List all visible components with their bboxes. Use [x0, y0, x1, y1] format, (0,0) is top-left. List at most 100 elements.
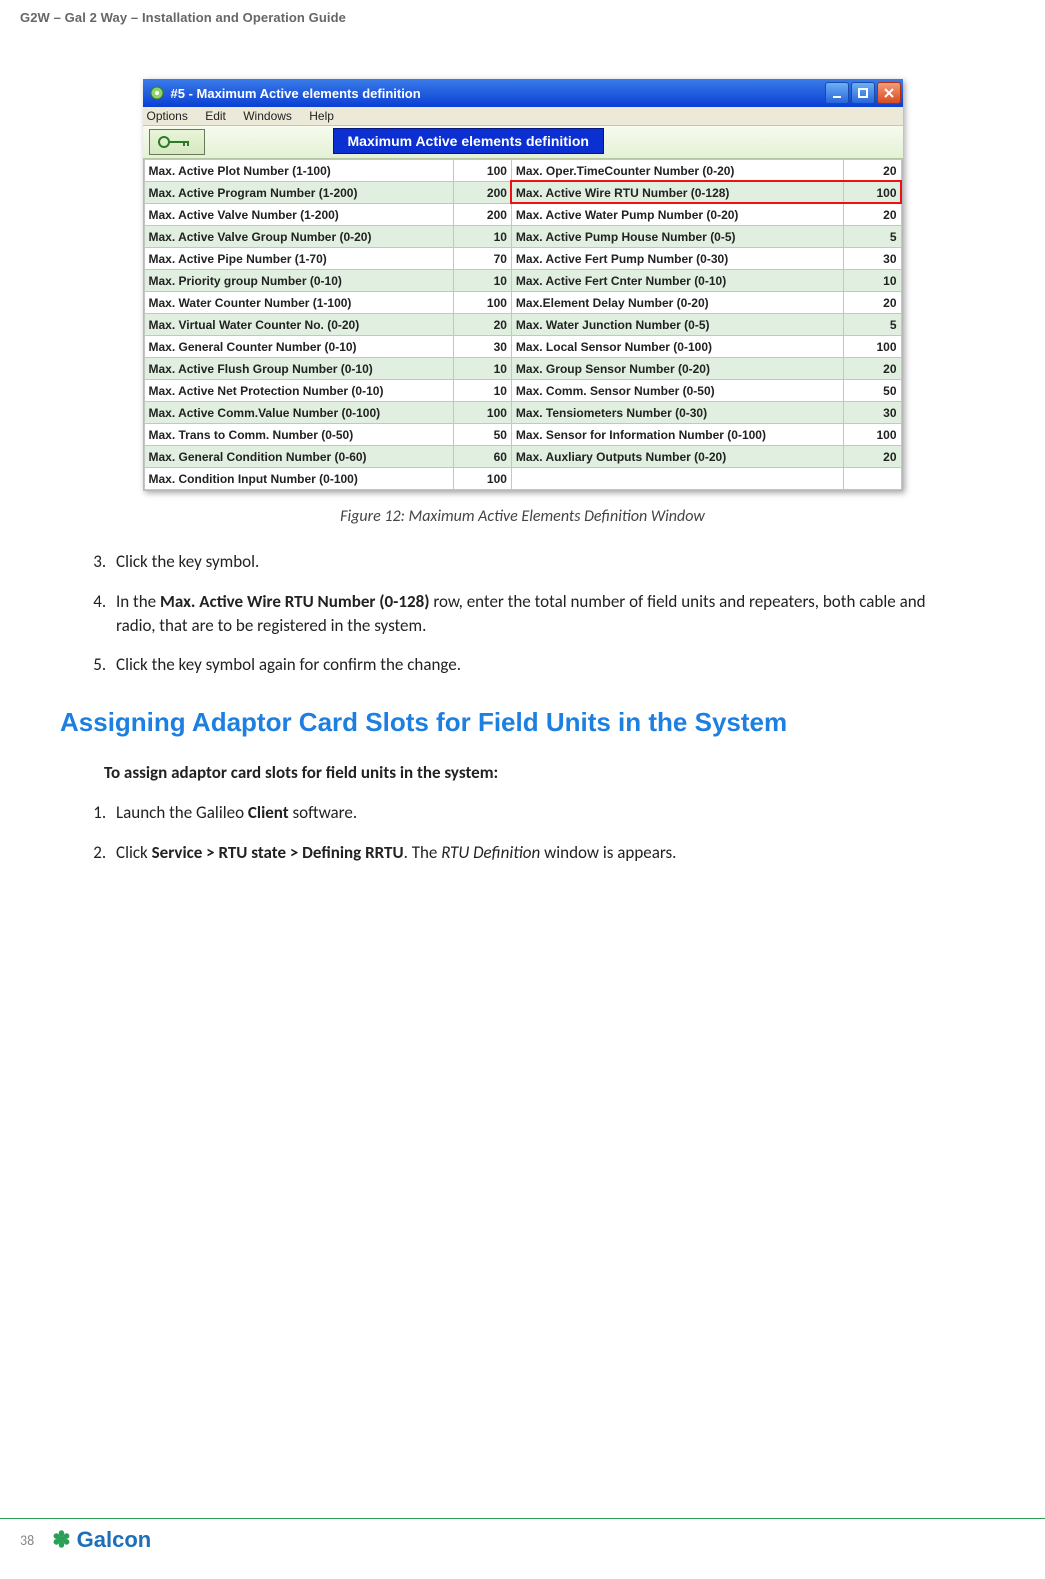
- cell-value[interactable]: 5: [843, 314, 901, 336]
- cell-label: Max. Oper.TimeCounter Number (0-20): [511, 160, 843, 182]
- elements-table: Max. Active Plot Number (1-100)100Max. O…: [144, 159, 902, 490]
- s2-italic: RTU Definition: [441, 842, 540, 863]
- step-b2: Click Service > RTU state > Defining RRT…: [110, 841, 965, 865]
- minimize-button[interactable]: [825, 82, 849, 104]
- maximize-button[interactable]: [851, 82, 875, 104]
- s1-bold: Client: [248, 802, 289, 823]
- table-row: Max. General Counter Number (0-10)30Max.…: [144, 336, 901, 358]
- figure-caption: Figure 12: Maximum Active Elements Defin…: [60, 507, 985, 526]
- s2-bold: Service > RTU state > Defining RRTU: [152, 842, 404, 863]
- table-row: Max. Active Pipe Number (1-70)70Max. Act…: [144, 248, 901, 270]
- cell-value[interactable]: 5: [843, 226, 901, 248]
- cell-value[interactable]: 30: [843, 248, 901, 270]
- menu-bar: Options Edit Windows Help: [143, 107, 903, 126]
- cell-value[interactable]: 70: [454, 248, 512, 270]
- cell-value[interactable]: 20: [843, 358, 901, 380]
- cell-label: Max. Active Program Number (1-200): [144, 182, 454, 204]
- cell-value: [843, 468, 901, 490]
- table-row: Max. Active Net Protection Number (0-10)…: [144, 380, 901, 402]
- cell-value[interactable]: 100: [843, 424, 901, 446]
- cell-value[interactable]: 100: [843, 336, 901, 358]
- cell-value[interactable]: 10: [454, 358, 512, 380]
- cell-value[interactable]: 20: [843, 292, 901, 314]
- page-number: 38: [20, 1532, 34, 1549]
- s2-post1: . The: [404, 842, 442, 863]
- cell-value[interactable]: 200: [454, 182, 512, 204]
- cell-label: [511, 468, 843, 490]
- cell-label: Max. General Condition Number (0-60): [144, 446, 454, 468]
- s1-pre: Launch the Galileo: [116, 802, 248, 823]
- cell-value[interactable]: 20: [843, 204, 901, 226]
- section-heading: Assigning Adaptor Card Slots for Field U…: [60, 707, 985, 738]
- step-4-pre: In the: [116, 591, 160, 612]
- cell-label: Max. Active Fert Pump Number (0-30): [511, 248, 843, 270]
- cell-value[interactable]: 100: [843, 182, 901, 204]
- cell-label: Max.Element Delay Number (0-20): [511, 292, 843, 314]
- close-button[interactable]: [877, 82, 901, 104]
- cell-value[interactable]: 20: [454, 314, 512, 336]
- cell-value[interactable]: 30: [843, 402, 901, 424]
- cell-value[interactable]: 100: [454, 160, 512, 182]
- step-3: Click the key symbol.: [110, 550, 965, 574]
- cell-label: Max. Virtual Water Counter No. (0-20): [144, 314, 454, 336]
- page-footer: 38 ✽ Galcon: [0, 1518, 1045, 1553]
- cell-label: Max. Water Counter Number (1-100): [144, 292, 454, 314]
- cell-label: Max. Active Comm.Value Number (0-100): [144, 402, 454, 424]
- cell-label: Max. Active Pipe Number (1-70): [144, 248, 454, 270]
- cell-label: Max. Local Sensor Number (0-100): [511, 336, 843, 358]
- cell-value[interactable]: 20: [843, 160, 901, 182]
- key-button[interactable]: [149, 129, 205, 155]
- cell-value[interactable]: 100: [454, 292, 512, 314]
- cell-label: Max. Trans to Comm. Number (0-50): [144, 424, 454, 446]
- table-row: Max. Active Plot Number (1-100)100Max. O…: [144, 160, 901, 182]
- cell-value[interactable]: 100: [454, 468, 512, 490]
- step-5: Click the key symbol again for confirm t…: [110, 653, 965, 677]
- cell-value[interactable]: 30: [454, 336, 512, 358]
- cell-label: Max. Water Junction Number (0-5): [511, 314, 843, 336]
- table-row: Max. Virtual Water Counter No. (0-20)20M…: [144, 314, 901, 336]
- cell-value[interactable]: 10: [454, 226, 512, 248]
- table-row: Max. Trans to Comm. Number (0-50)50Max. …: [144, 424, 901, 446]
- app-icon: [149, 85, 165, 101]
- cell-label: Max. Condition Input Number (0-100): [144, 468, 454, 490]
- table-row: Max. Water Counter Number (1-100)100Max.…: [144, 292, 901, 314]
- cell-value[interactable]: 50: [454, 424, 512, 446]
- window-title: #5 - Maximum Active elements definition: [171, 86, 825, 101]
- cell-value[interactable]: 200: [454, 204, 512, 226]
- s2-post2: window is appears.: [540, 842, 676, 863]
- cell-label: Max. Active Wire RTU Number (0-128): [511, 182, 843, 204]
- brand-text: Galcon: [77, 1527, 152, 1553]
- cell-value[interactable]: 10: [454, 270, 512, 292]
- cell-label: Max. Active Plot Number (1-100): [144, 160, 454, 182]
- menu-options[interactable]: Options: [147, 109, 188, 123]
- cell-value[interactable]: 10: [843, 270, 901, 292]
- table-row: Max. Active Program Number (1-200)200Max…: [144, 182, 901, 204]
- menu-windows[interactable]: Windows: [243, 109, 292, 123]
- cell-label: Max. Active Water Pump Number (0-20): [511, 204, 843, 226]
- cell-label: Max. Active Net Protection Number (0-10): [144, 380, 454, 402]
- cell-label: Max. Active Valve Group Number (0-20): [144, 226, 454, 248]
- cell-label: Max. Tensiometers Number (0-30): [511, 402, 843, 424]
- cell-value[interactable]: 20: [843, 446, 901, 468]
- cell-label: Max. Active Flush Group Number (0-10): [144, 358, 454, 380]
- flower-icon: ✽: [52, 1527, 70, 1553]
- cell-label: Max. Active Pump House Number (0-5): [511, 226, 843, 248]
- cell-value[interactable]: 100: [454, 402, 512, 424]
- table-row: Max. Active Valve Number (1-200)200Max. …: [144, 204, 901, 226]
- cell-label: Max. Active Valve Number (1-200): [144, 204, 454, 226]
- cell-value[interactable]: 10: [454, 380, 512, 402]
- menu-edit[interactable]: Edit: [205, 109, 226, 123]
- toolbar: Maximum Active elements definition: [143, 126, 903, 159]
- window-titlebar[interactable]: #5 - Maximum Active elements definition: [143, 79, 903, 107]
- brand-logo: ✽ Galcon: [52, 1527, 151, 1553]
- cell-value[interactable]: 50: [843, 380, 901, 402]
- table-row: Max. Priority group Number (0-10)10Max. …: [144, 270, 901, 292]
- table-row: Max. Active Flush Group Number (0-10)10M…: [144, 358, 901, 380]
- document-header: G2W – Gal 2 Way – Installation and Opera…: [0, 0, 1045, 25]
- window-subtitle: Maximum Active elements definition: [333, 128, 604, 154]
- cell-value[interactable]: 60: [454, 446, 512, 468]
- s1-post: software.: [289, 802, 357, 823]
- table-row: Max. Active Valve Group Number (0-20)10M…: [144, 226, 901, 248]
- menu-help[interactable]: Help: [309, 109, 334, 123]
- steps-list-b: Launch the Galileo Client software. Clic…: [104, 801, 965, 865]
